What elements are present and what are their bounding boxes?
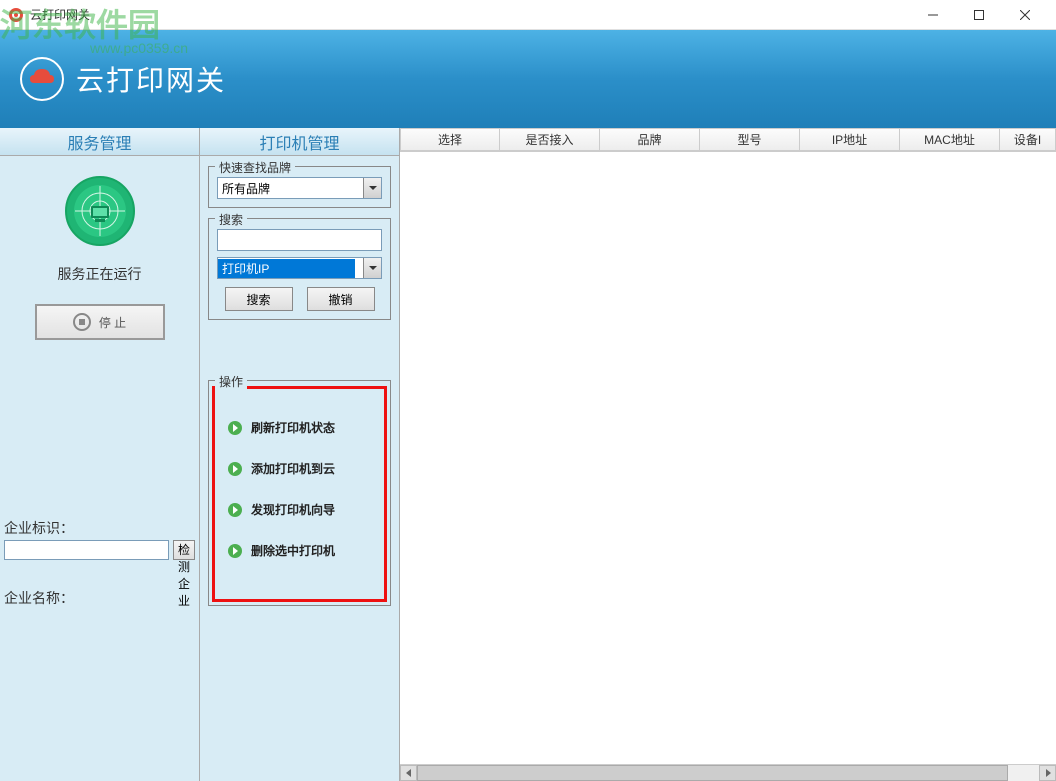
search-input[interactable] [217,229,382,251]
scroll-thumb[interactable] [417,765,1008,781]
arrow-right-circle-icon [227,420,243,436]
chevron-down-icon [363,178,381,198]
stop-service-button[interactable]: 停 止 [35,304,165,340]
op-label: 刷新打印机状态 [251,419,335,436]
app-icon [8,7,24,23]
scroll-right-arrow[interactable] [1039,765,1056,781]
tab-service-management[interactable]: 服务管理 [0,128,199,156]
table-header-row: 选择 是否接入 品牌 型号 IP地址 MAC地址 设备I [400,128,1056,152]
operations-legend: 操作 [215,373,247,390]
op-refresh-status[interactable]: 刷新打印机状态 [223,407,376,448]
search-button[interactable]: 搜索 [225,287,293,311]
th-select[interactable]: 选择 [400,128,500,151]
search-type-value: 打印机IP [218,259,355,278]
op-label: 删除选中打印机 [251,542,335,559]
search-legend: 搜索 [215,211,247,228]
arrow-right-circle-icon [227,461,243,477]
operations-fieldset: 操作 刷新打印机状态 添加打印机到云 [208,380,391,606]
op-label: 发现打印机向导 [251,501,335,518]
company-id-input[interactable] [4,540,169,560]
scroll-left-arrow[interactable] [400,765,417,781]
th-brand[interactable]: 品牌 [600,128,700,151]
scroll-track[interactable] [417,765,1039,781]
service-status-text: 服务正在运行 [0,264,199,284]
stop-button-label: 停 止 [99,314,126,331]
th-model[interactable]: 型号 [700,128,800,151]
maximize-button[interactable] [956,0,1002,30]
chevron-down-icon [363,258,381,278]
quickfind-legend: 快速查找品牌 [215,159,295,176]
th-ip[interactable]: IP地址 [800,128,900,151]
company-id-label: 企业标识： [4,518,195,538]
table-body [400,152,1056,781]
printer-table-area: 选择 是否接入 品牌 型号 IP地址 MAC地址 设备I [400,128,1056,781]
window-title: 云打印网关 [30,6,90,23]
operations-highlight: 刷新打印机状态 添加打印机到云 发现打印机向导 [212,386,387,602]
app-title: 云打印网关 [76,59,226,99]
quickfind-fieldset: 快速查找品牌 所有品牌 [208,166,391,208]
op-delete-selected[interactable]: 删除选中打印机 [223,530,376,571]
sidebar-printer: 打印机管理 快速查找品牌 所有品牌 搜索 打印机IP 搜索 撤销 操作 [200,128,400,781]
brand-combo[interactable]: 所有品牌 [217,177,382,199]
horizontal-scrollbar[interactable] [400,764,1056,781]
cloud-print-icon [20,57,64,101]
th-connected[interactable]: 是否接入 [500,128,600,151]
arrow-right-circle-icon [227,543,243,559]
stop-icon [73,313,91,331]
company-name-label: 企业名称： [4,588,195,608]
search-fieldset: 搜索 打印机IP 搜索 撤销 [208,218,391,320]
app-header: 云打印网关 [0,30,1056,128]
op-add-to-cloud[interactable]: 添加打印机到云 [223,448,376,489]
close-button[interactable] [1002,0,1048,30]
th-mac[interactable]: MAC地址 [900,128,1000,151]
th-device[interactable]: 设备I [1000,128,1056,151]
arrow-right-circle-icon [227,502,243,518]
op-label: 添加打印机到云 [251,460,335,477]
detect-company-button[interactable]: 检测企业 [173,540,195,560]
sidebar-service: 服务管理 服务正在运行 停 止 [0,128,200,781]
undo-button[interactable]: 撤销 [307,287,375,311]
window-titlebar: 云打印网关 [0,0,1056,30]
service-running-icon [65,176,135,246]
brand-combo-value: 所有品牌 [222,180,270,197]
minimize-button[interactable] [910,0,956,30]
op-discover-wizard[interactable]: 发现打印机向导 [223,489,376,530]
tab-printer-management[interactable]: 打印机管理 [200,128,399,156]
search-type-combo[interactable]: 打印机IP [217,257,382,279]
